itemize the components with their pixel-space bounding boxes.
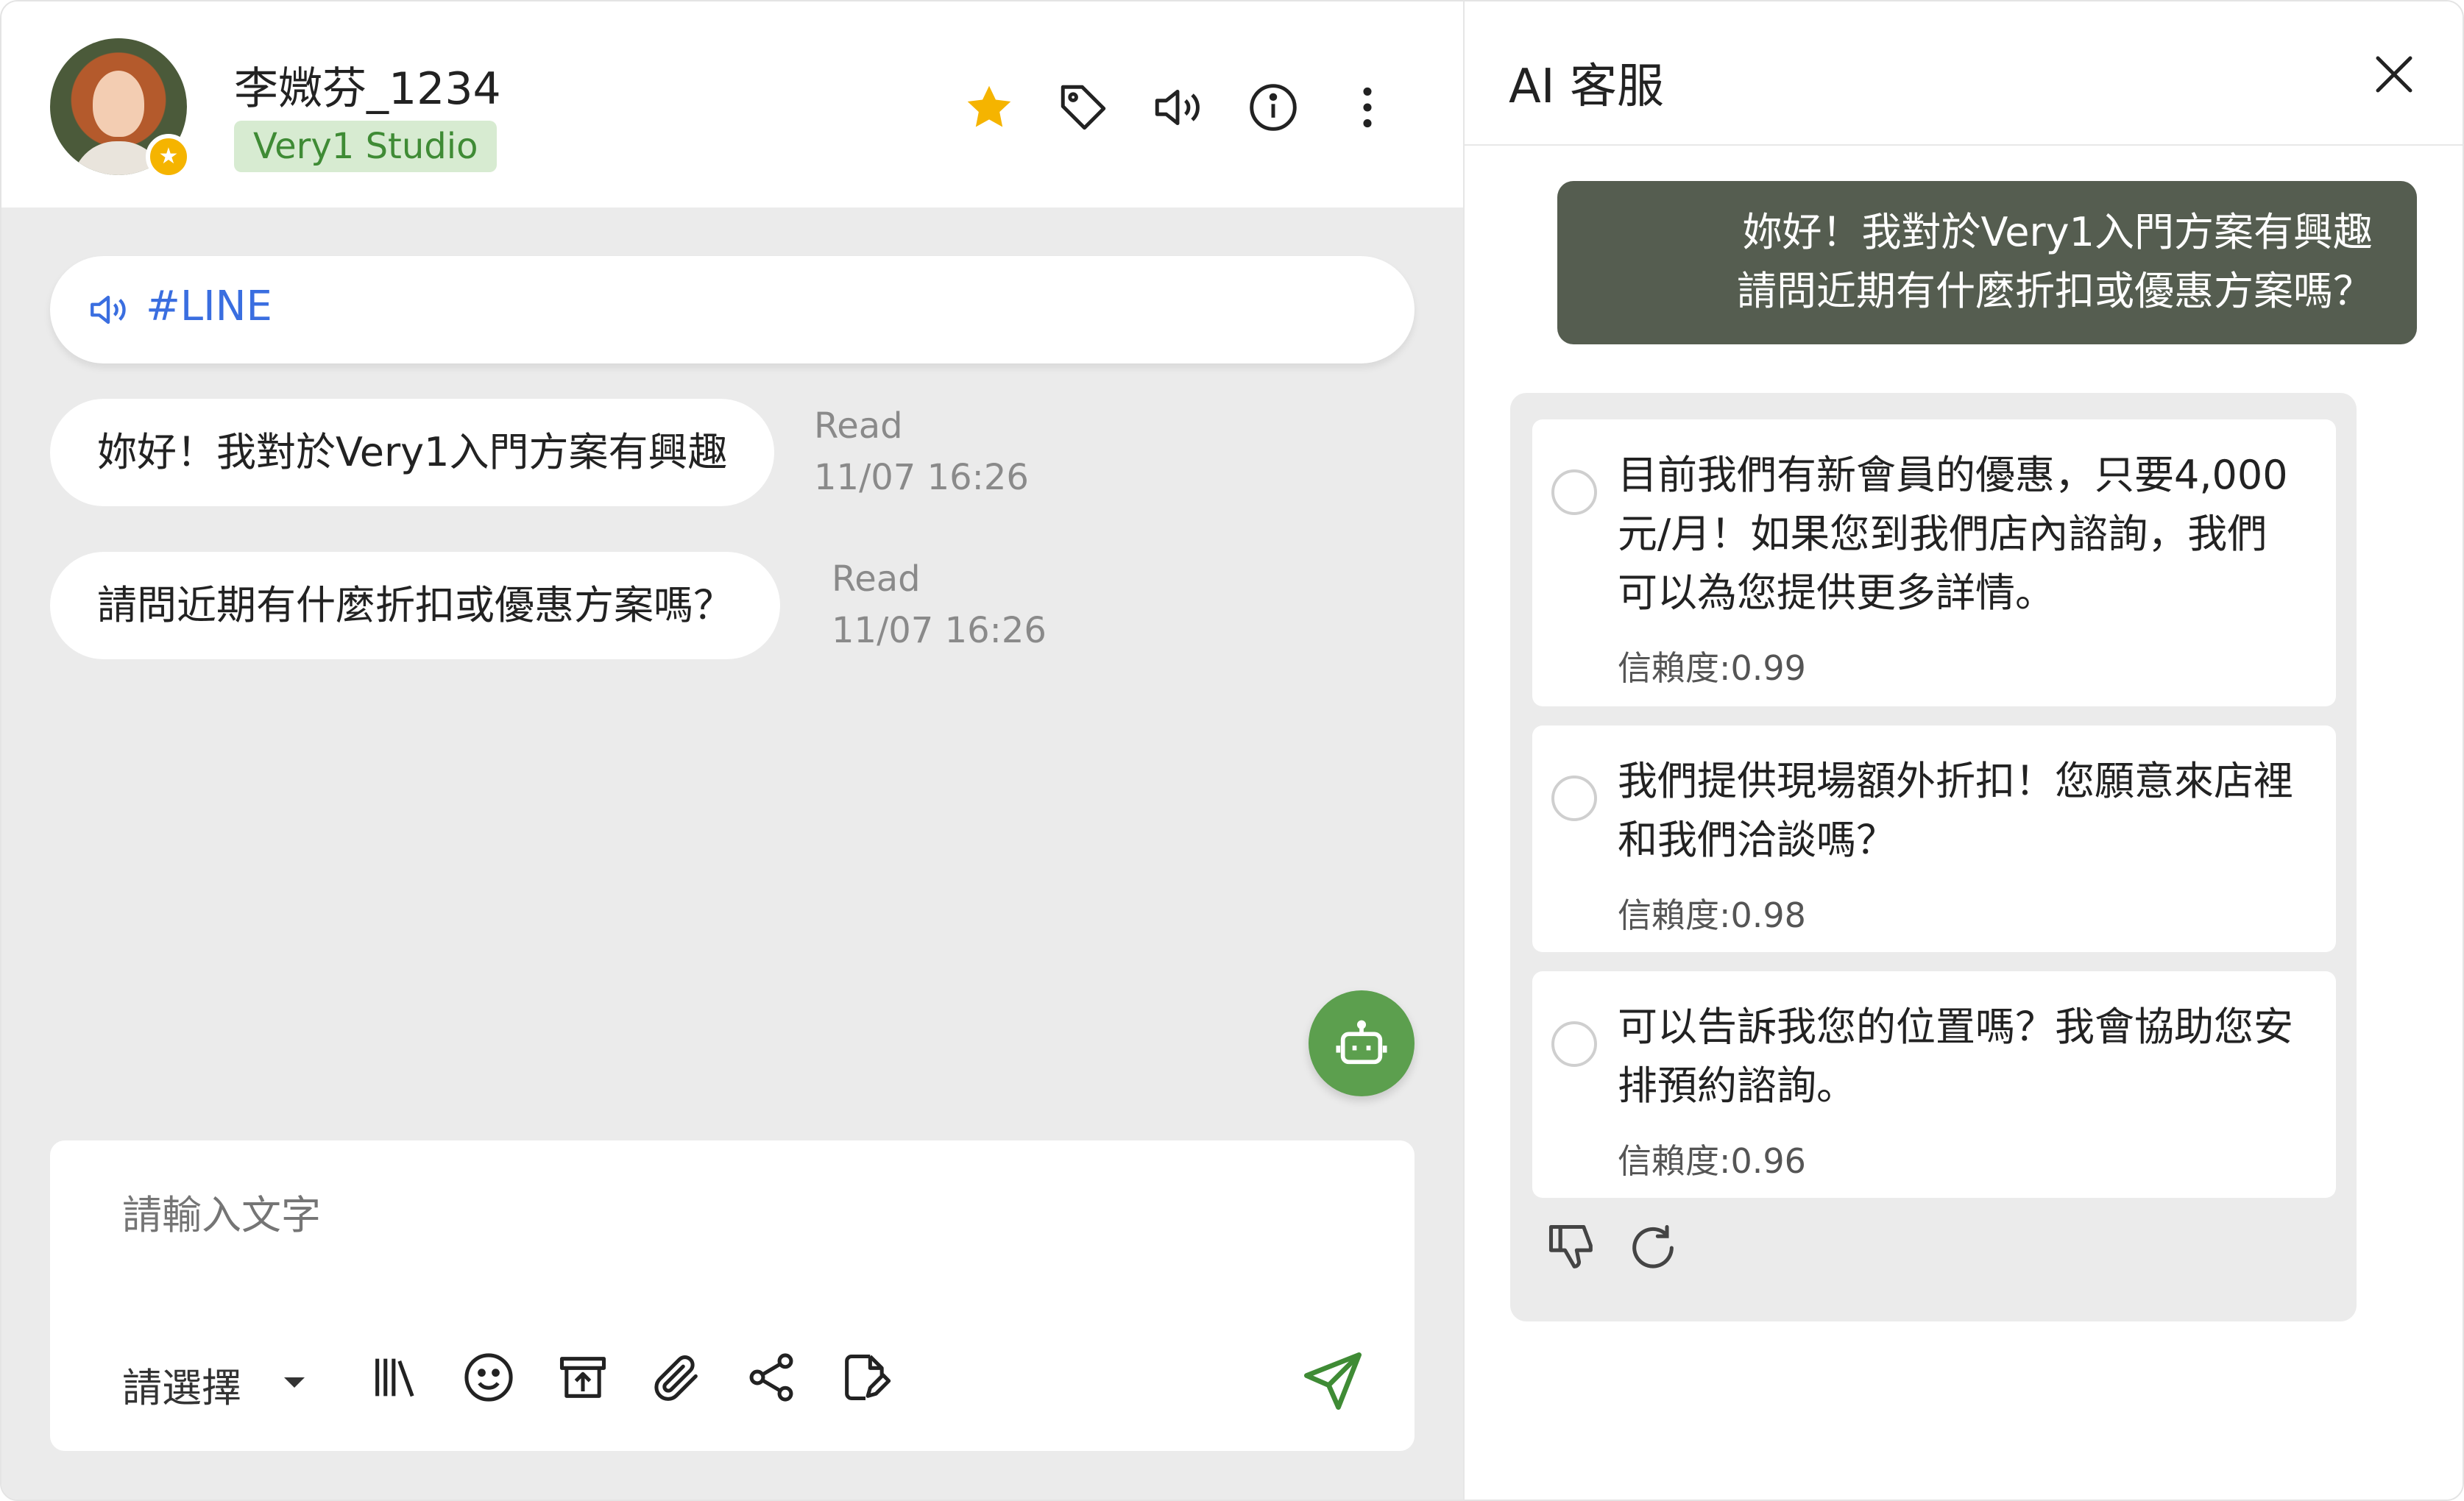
user-message-line: 妳好！我對於Very1入門方案有興趣	[1742, 209, 2373, 255]
app-window: ★ 李媺芬_1234 Very1 Studio #LINE 妳好！我對於Very…	[0, 0, 2464, 1501]
star-icon[interactable]	[960, 78, 1019, 137]
user-message-bubble: 妳好！我對於Very1入門方案有興趣 請問近期有什麼折扣或優惠方案嗎？	[1557, 181, 2417, 344]
message-bubble: 妳好！我對於Very1入門方案有興趣	[50, 399, 775, 506]
paperclip-icon[interactable]	[648, 1348, 707, 1407]
chat-header: ★ 李媺芬_1234 Very1 Studio	[1, 1, 1463, 207]
info-icon[interactable]	[1244, 78, 1303, 137]
suggestion-card[interactable]: 目前我們有新會員的優惠，只要4,000元/月！如果您到我們店內諮詢，我們可以為您…	[1532, 419, 2336, 706]
suggestion-card[interactable]: 可以告訴我您的位置嗎？我會協助您安排預約諮詢。 信賴度:0.96	[1532, 971, 2336, 1198]
refresh-icon[interactable]	[1625, 1220, 1681, 1276]
vip-star-badge-icon: ★	[146, 134, 191, 180]
emoji-icon[interactable]	[459, 1348, 518, 1407]
confidence-score: 信賴度:0.96	[1618, 1141, 1806, 1181]
suggestion-radio[interactable]	[1551, 469, 1597, 515]
channel-label: #LINE	[146, 283, 272, 330]
suggestion-list: 目前我們有新會員的優惠，只要4,000元/月！如果您到我們店內諮詢，我們可以為您…	[1510, 393, 2357, 1321]
speaker-icon[interactable]	[1148, 78, 1207, 137]
contact-name: 李媺芬_1234	[234, 63, 501, 115]
ai-assistant-button[interactable]	[1309, 990, 1415, 1096]
speaker-icon	[91, 295, 126, 324]
template-select[interactable]: 請選擇	[122, 1355, 241, 1413]
ai-panel-title: AI 客服	[1509, 60, 1664, 114]
chat-panel: ★ 李媺芬_1234 Very1 Studio #LINE 妳好！我對於Very…	[1, 1, 1463, 1500]
thumbs-down-icon[interactable]	[1544, 1220, 1600, 1276]
read-status: Read	[814, 405, 903, 447]
suggestion-radio[interactable]	[1551, 1021, 1597, 1067]
confidence-score: 信賴度:0.99	[1618, 648, 1806, 688]
suggestion-text: 我們提供現場額外折扣！您願意來店裡和我們洽談嗎？	[1618, 758, 2293, 863]
channel-bar[interactable]: #LINE	[50, 256, 1415, 363]
suggestion-text: 可以告訴我您的位置嗎？我會協助您安排預約諮詢。	[1618, 1004, 2293, 1109]
message-time: 11/07 16:26	[832, 610, 1047, 651]
message-meta: Read 11/07 16:26	[814, 400, 1029, 503]
suggestion-text: 目前我們有新會員的優惠，只要4,000元/月！如果您到我們店內諮詢，我們可以為您…	[1618, 452, 2288, 616]
confidence-score: 信賴度:0.98	[1618, 895, 1806, 935]
note-edit-icon[interactable]	[836, 1348, 895, 1407]
ai-panel-header: AI 客服	[1465, 1, 2463, 146]
more-vertical-icon[interactable]	[1338, 78, 1397, 137]
library-icon[interactable]	[367, 1348, 425, 1407]
message-composer: 請選擇	[50, 1140, 1415, 1451]
avatar-face	[93, 71, 144, 137]
contact-tag[interactable]: Very1 Studio	[234, 121, 498, 172]
robot-icon	[1336, 1020, 1387, 1065]
message-meta: Read 11/07 16:26	[832, 553, 1047, 656]
message-time: 11/07 16:26	[814, 457, 1029, 498]
suggestion-card[interactable]: 我們提供現場額外折扣！您願意來店裡和我們洽談嗎？ 信賴度:0.98	[1532, 725, 2336, 952]
send-icon[interactable]	[1300, 1348, 1366, 1414]
share-icon[interactable]	[742, 1348, 801, 1407]
read-status: Read	[832, 558, 921, 600]
tag-icon[interactable]	[1054, 78, 1113, 137]
ai-service-panel: AI 客服 妳好！我對於Very1入門方案有興趣 請問近期有什麼折扣或優惠方案嗎…	[1463, 1, 2463, 1500]
caret-down-icon[interactable]	[284, 1377, 305, 1388]
archive-upload-icon[interactable]	[553, 1348, 612, 1407]
close-icon[interactable]	[2370, 50, 2418, 99]
message-input[interactable]	[122, 1192, 1300, 1238]
user-message-line: 請問近期有什麼折扣或優惠方案嗎？	[1737, 268, 2373, 314]
message-bubble: 請問近期有什麼折扣或優惠方案嗎？	[50, 552, 780, 659]
suggestion-radio[interactable]	[1551, 776, 1597, 821]
